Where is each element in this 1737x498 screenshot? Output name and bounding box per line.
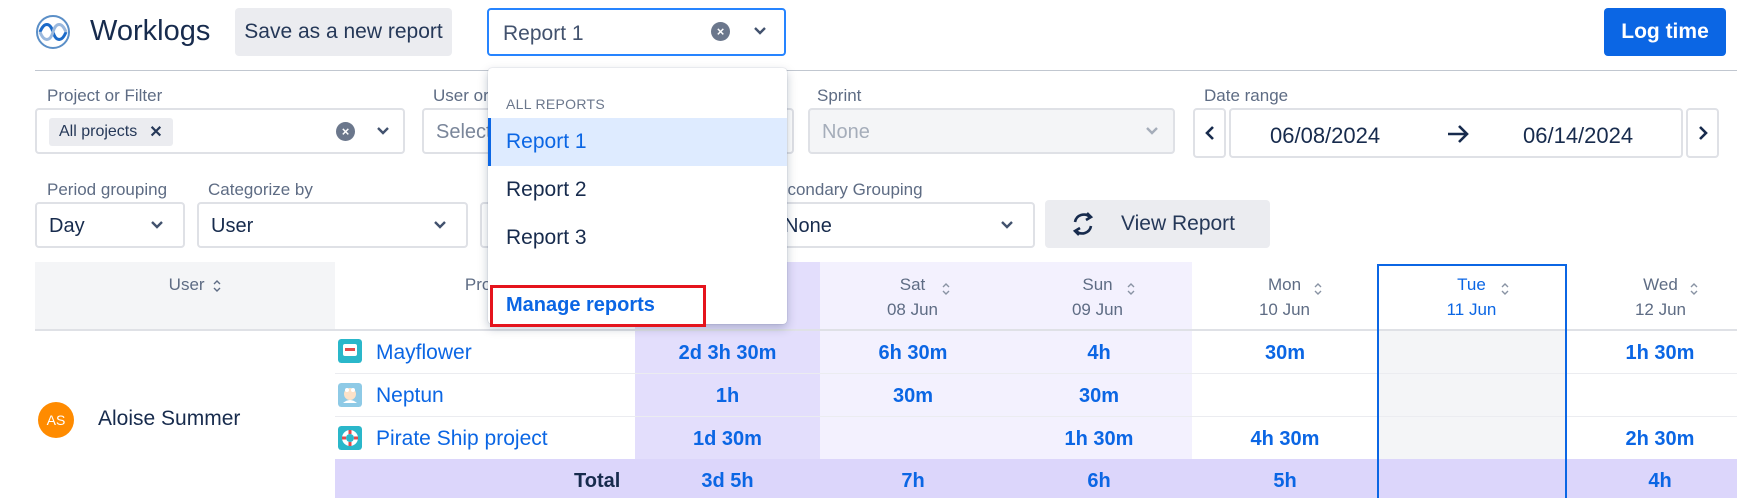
arrow-right-icon — [1448, 125, 1469, 143]
annotation-highlight-box — [490, 285, 706, 327]
sprint-label: Sprint — [817, 86, 862, 105]
day-of-week: Sun — [1082, 275, 1113, 294]
project-link-neptun[interactable]: Neptun — [376, 384, 444, 408]
total-cell[interactable]: 1d 30m — [635, 428, 820, 451]
date-range-label: Date range — [1204, 86, 1289, 105]
menu-item-report-1[interactable]: Report 1 — [488, 118, 787, 166]
sprint-select: None — [808, 108, 1175, 154]
report-select-value: Report 1 — [503, 22, 584, 45]
day-of-week: Mon — [1267, 275, 1302, 294]
report-select[interactable]: Report 1 × — [487, 8, 786, 56]
day-column-header-sun[interactable]: Sun 09 Jun — [1025, 262, 1170, 330]
day-column-header-mon[interactable]: Mon 10 Jun — [1212, 262, 1357, 330]
secondary-grouping-label: econdary Grouping — [778, 180, 923, 199]
period-grouping-label: Period grouping — [47, 180, 168, 199]
sort-icon — [213, 279, 221, 292]
total-label: Total — [574, 470, 621, 492]
project-filter-label: Project or Filter — [47, 86, 163, 105]
page-title: Worklogs — [90, 15, 211, 47]
day-total-cell: 6h — [1087, 470, 1111, 492]
secondary-grouping-select[interactable]: None — [770, 202, 1035, 248]
menu-group-header: ALL REPORTS — [506, 96, 606, 112]
day-cell[interactable]: 2h 30m — [1566, 428, 1737, 451]
chevron-left-icon — [1204, 126, 1214, 140]
remove-tag-icon[interactable]: ✕ — [149, 122, 162, 142]
log-time-button[interactable]: Log time — [1604, 8, 1726, 56]
refresh-icon — [1072, 212, 1094, 236]
user-column-header[interactable]: User — [120, 262, 270, 330]
sort-icon — [1127, 283, 1135, 295]
user-header-label: User — [168, 275, 205, 294]
today-column-highlight — [1377, 264, 1567, 498]
chevron-down-icon — [1001, 221, 1013, 229]
grand-total-cell: 3d 5h — [701, 470, 754, 492]
sort-icon — [1690, 283, 1698, 295]
chevron-down-icon[interactable] — [751, 22, 769, 40]
sprint-value: None — [822, 121, 870, 143]
day-cell[interactable]: 30m — [820, 385, 1006, 408]
lifebuoy-project-icon — [338, 426, 362, 450]
day-of-week: Wed — [1643, 275, 1678, 294]
header-divider — [35, 70, 1737, 71]
user-filter-label: User or — [433, 86, 489, 105]
categorize-by-value: User — [211, 215, 254, 237]
day-of-week: Sat — [899, 275, 926, 294]
clear-icon[interactable]: × — [336, 122, 355, 141]
day-cell[interactable]: 30m — [1192, 342, 1378, 365]
day-cell[interactable]: 1h 30m — [1566, 342, 1737, 365]
previous-period-button[interactable] — [1193, 108, 1226, 158]
neptune-project-icon — [338, 383, 362, 407]
day-cell[interactable]: 4h 30m — [1192, 428, 1378, 451]
project-tag: All projects ✕ — [49, 118, 173, 146]
menu-item-report-3[interactable]: Report 3 — [488, 214, 787, 262]
total-cell[interactable]: 2d 3h 30m — [635, 342, 820, 365]
save-as-new-report-button[interactable]: Save as a new report — [235, 8, 452, 56]
day-date: 12 Jun — [1634, 300, 1687, 319]
next-period-button[interactable] — [1686, 108, 1719, 158]
project-filter-field[interactable]: All projects ✕ × — [35, 108, 405, 154]
date-to[interactable]: 06/14/2024 — [1523, 123, 1633, 149]
project-tag-label: All projects — [59, 123, 138, 140]
period-grouping-value: Day — [49, 215, 85, 237]
day-column-header-sat[interactable]: Sat 08 Jun — [840, 262, 985, 330]
secondary-grouping-value: None — [784, 215, 832, 237]
day-cell[interactable]: 6h 30m — [820, 342, 1006, 365]
chevron-down-icon[interactable] — [374, 122, 392, 140]
day-cell[interactable]: 1h 30m — [1006, 428, 1192, 451]
categorize-by-select[interactable]: User — [197, 202, 468, 248]
categorize-by-label: Categorize by — [208, 180, 313, 199]
sort-icon — [1314, 283, 1322, 295]
period-grouping-select[interactable]: Day — [35, 202, 185, 248]
clear-icon[interactable]: × — [711, 22, 730, 41]
app-logo-icon — [36, 15, 70, 49]
chevron-down-icon — [151, 221, 163, 229]
day-column-header-wed[interactable]: Wed 12 Jun — [1588, 262, 1733, 330]
day-total-cell: 5h — [1273, 470, 1297, 492]
chevron-down-icon — [434, 221, 446, 229]
menu-item-report-2[interactable]: Report 2 — [488, 166, 787, 214]
day-cell[interactable]: 4h — [1006, 342, 1192, 365]
total-cell[interactable]: 1h — [635, 385, 820, 408]
project-link-mayflower[interactable]: Mayflower — [376, 341, 472, 365]
view-report-label: View Report — [1121, 212, 1236, 235]
user-name[interactable]: Aloise Summer — [98, 407, 240, 431]
date-from[interactable]: 06/08/2024 — [1270, 123, 1380, 149]
day-date: 08 Jun — [886, 300, 939, 319]
project-link-pirate-ship[interactable]: Pirate Ship project — [376, 427, 548, 451]
day-cell[interactable]: 30m — [1006, 385, 1192, 408]
ship-project-icon — [338, 339, 362, 363]
user-filter-placeholder: Select — [436, 121, 492, 143]
view-report-button[interactable]: View Report — [1045, 200, 1270, 248]
chevron-right-icon — [1698, 126, 1708, 140]
day-total-cell: 7h — [901, 470, 925, 492]
sort-icon — [942, 283, 950, 295]
date-range-field[interactable]: 06/08/2024 06/14/2024 — [1229, 108, 1683, 158]
day-total-cell: 4h — [1648, 470, 1672, 492]
day-date: 10 Jun — [1258, 300, 1311, 319]
day-date: 09 Jun — [1071, 300, 1124, 319]
chevron-down-icon — [1146, 127, 1158, 135]
avatar: AS — [38, 402, 74, 438]
